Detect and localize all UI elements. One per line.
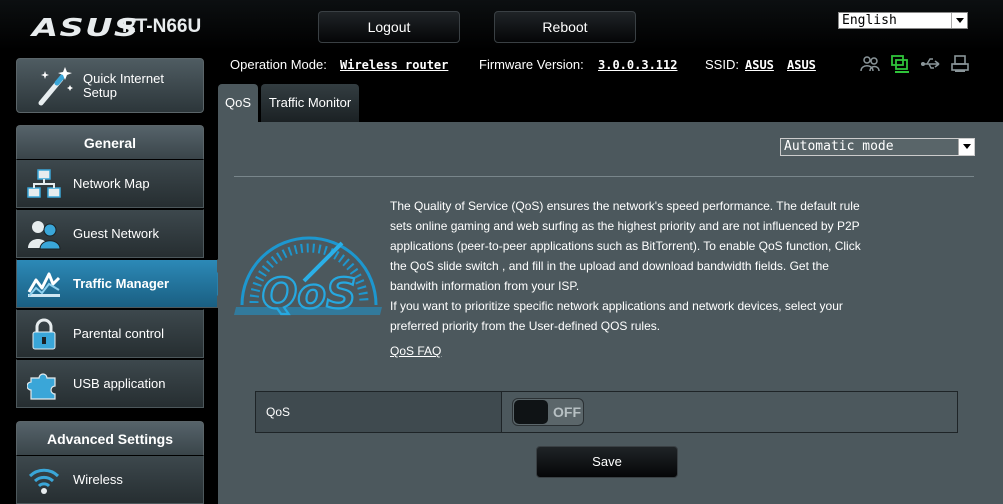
sidebar-item-wireless[interactable]: Wireless [16, 455, 204, 504]
sidebar-item-label: Network Map [73, 176, 150, 191]
save-button[interactable]: Save [536, 446, 678, 478]
clients-icon[interactable] [860, 54, 880, 74]
network-map-icon [27, 169, 61, 198]
general-section-heading: General [16, 125, 204, 159]
operation-mode-label: Operation Mode: [230, 57, 327, 72]
qos-logo-text: QoS [262, 269, 357, 318]
operation-mode-link[interactable]: Wireless router [340, 58, 448, 72]
sidebar-item-label: Parental control [73, 326, 165, 341]
qos-content-panel: Automatic mode QoS The Quality of Servic… [218, 122, 1003, 504]
traffic-manager-icon [27, 272, 61, 297]
puzzle-icon [27, 373, 56, 400]
sidebar-item-guest-network[interactable]: Guest Network [16, 209, 204, 258]
description-line: The Quality of Service (QoS) ensures the… [390, 199, 860, 213]
printer-icon[interactable] [950, 54, 970, 74]
magic-wand-icon [38, 67, 73, 106]
qos-mode-select[interactable]: Automatic mode [780, 138, 975, 156]
language-select-value: English [842, 13, 897, 28]
toggle-state: OFF [553, 404, 581, 420]
qos-mode-select-value: Automatic mode [784, 139, 894, 154]
sidebar-item-label: Traffic Manager [73, 276, 170, 291]
firmware-version-label: Firmware Version: [479, 57, 584, 72]
ssid-label: SSID: [705, 57, 739, 72]
status-bar: Operation Mode: Wireless router Firmware… [218, 50, 1003, 80]
sidebar-item-traffic-manager[interactable]: Traffic Manager [16, 259, 229, 308]
description-line: the QoS slide switch , and fill in the u… [390, 259, 829, 273]
chevron-down-icon [958, 139, 974, 155]
firmware-version-link[interactable]: 3.0.0.3.112 [598, 58, 677, 72]
reboot-button[interactable]: Reboot [494, 11, 636, 43]
sidebar-item-label: Guest Network [73, 226, 159, 241]
quick-internet-setup-button[interactable]: Quick Internet Setup [16, 58, 204, 113]
sidebar-item-label: USB application [73, 376, 166, 391]
usb-icon[interactable] [920, 54, 940, 74]
guest-network-icon [28, 221, 61, 250]
qos-faq-link[interactable]: QoS FAQ [390, 344, 441, 358]
sidebar-item-network-map[interactable]: Network Map [16, 159, 204, 208]
sidebar-item-usb-application[interactable]: USB application [16, 359, 204, 408]
qos-toggle-switch[interactable]: OFF [512, 398, 584, 426]
logout-button[interactable]: Logout [318, 11, 460, 43]
description-line: bandwith information from your ISP. [390, 279, 580, 293]
qos-speedometer-icon: QoS [234, 236, 382, 319]
ssid-link[interactable]: ASUS [745, 58, 774, 72]
description-line: applications (peer-to-peer applications … [390, 239, 861, 253]
language-select[interactable]: English [838, 12, 968, 29]
sidebar-item-label: Wireless [73, 472, 123, 487]
sidebar-item-parental-control[interactable]: Parental control [16, 309, 204, 358]
ssid-link[interactable]: ASUS [787, 58, 816, 72]
description-line: If you want to prioritize specific netwo… [390, 299, 843, 313]
network-icon[interactable] [890, 54, 910, 74]
qos-setting-row: QoS OFF [255, 391, 958, 433]
sidebar: Quick Internet Setup General Network Map… [0, 50, 229, 504]
description-line: sets online gaming and web surfing as th… [390, 219, 860, 233]
quick-setup-label: Quick Internet Setup [83, 71, 164, 100]
divider [234, 176, 974, 177]
description-line: preferred priority from the User-defined… [390, 319, 661, 333]
wireless-icon [28, 468, 60, 494]
lock-icon [32, 318, 56, 350]
advanced-settings-heading: Advanced Settings [16, 421, 204, 455]
qos-setting-label: QoS [256, 392, 502, 432]
top-header: ASUS RT-N66U Logout Reboot English [0, 0, 1003, 50]
chevron-down-icon [951, 13, 967, 28]
qos-description: The Quality of Service (QoS) ensures the… [390, 196, 890, 336]
tab-qos[interactable]: QoS [218, 84, 258, 122]
tab-traffic-monitor[interactable]: Traffic Monitor [261, 84, 359, 122]
model-name: RT-N66U [122, 16, 202, 37]
toggle-knob [514, 400, 548, 424]
